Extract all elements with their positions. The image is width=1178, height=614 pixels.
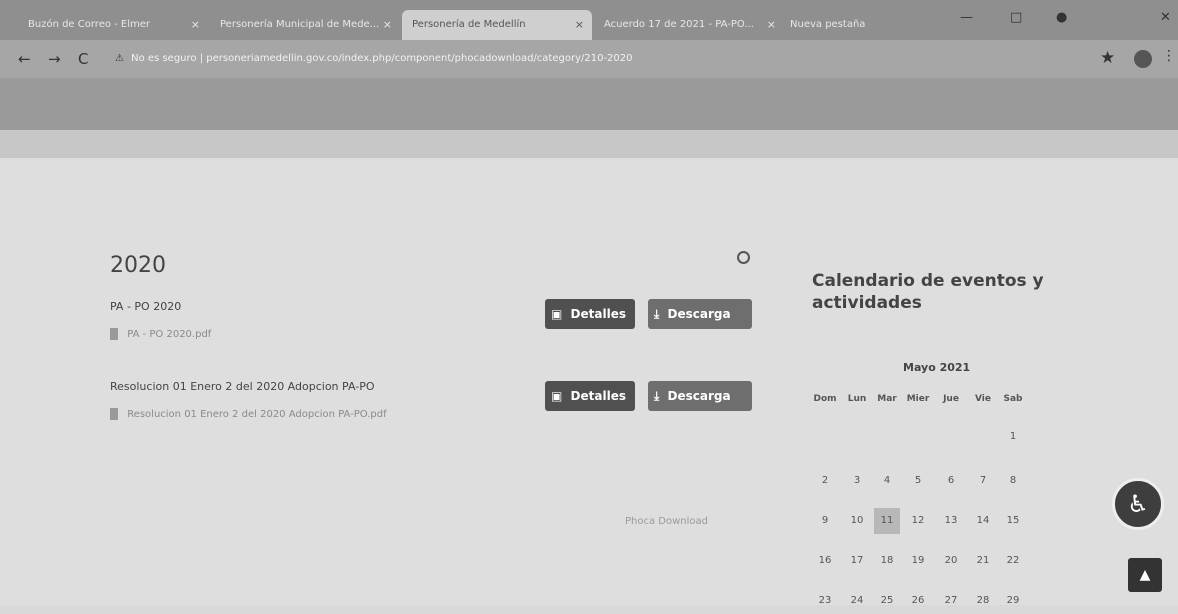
site-header bbox=[0, 78, 1178, 130]
calendar-weekday: Dom bbox=[813, 394, 837, 404]
scroll-top-button[interactable]: ▲ bbox=[1128, 558, 1162, 592]
page-title: 2020 bbox=[110, 253, 166, 278]
url-field[interactable]: ⚠ No es seguro | personeriamedellin.gov.… bbox=[115, 48, 1075, 70]
browser-tab-active[interactable]: Personería de Medellín × bbox=[402, 10, 592, 40]
details-label: Detalles bbox=[570, 307, 626, 321]
calendar-day[interactable]: 9 bbox=[812, 508, 838, 534]
document-file-name: Resolucion 01 Enero 2 del 2020 Adopcion … bbox=[127, 409, 387, 420]
minimize-icon[interactable]: — bbox=[960, 10, 973, 25]
calendar-day[interactable]: 26 bbox=[905, 588, 931, 614]
calendar-day[interactable]: 22 bbox=[1000, 548, 1026, 574]
calendar-day[interactable]: 24 bbox=[844, 588, 870, 614]
calendar-day[interactable]: 5 bbox=[905, 468, 931, 494]
calendar-day[interactable]: 4 bbox=[874, 468, 900, 494]
close-icon[interactable]: × bbox=[191, 10, 200, 40]
calendar-day[interactable]: 8 bbox=[1000, 468, 1026, 494]
download-icon: ⤓ bbox=[654, 389, 660, 403]
forward-icon[interactable]: → bbox=[48, 50, 61, 68]
close-icon[interactable]: × bbox=[575, 10, 584, 40]
browser-tab[interactable]: Acuerdo 17 de 2021 - PA-PO... × bbox=[594, 10, 784, 40]
calendar-day[interactable]: 20 bbox=[938, 548, 964, 574]
close-icon[interactable]: × bbox=[383, 10, 392, 40]
calendar-day[interactable]: 16 bbox=[812, 548, 838, 574]
circle-icon bbox=[737, 251, 750, 264]
browser-tab[interactable]: Buzón de Correo - Elmer × bbox=[18, 10, 208, 40]
document-file-link[interactable]: Resolucion 01 Enero 2 del 2020 Adopcion … bbox=[110, 408, 387, 420]
calendar-day[interactable]: 28 bbox=[970, 588, 996, 614]
warning-icon[interactable]: ⚠ bbox=[115, 53, 124, 64]
calendar-weekday: Lun bbox=[847, 394, 867, 404]
phoca-download-credit[interactable]: Phoca Download bbox=[625, 516, 708, 527]
details-button[interactable]: ▣ Detalles bbox=[545, 299, 635, 329]
file-icon bbox=[110, 328, 118, 340]
address-bar: ← → C ⚠ No es seguro | personeriamedelli… bbox=[0, 40, 1178, 78]
record-icon[interactable]: ● bbox=[1056, 10, 1067, 25]
document-title: Resolucion 01 Enero 2 del 2020 Adopcion … bbox=[110, 380, 375, 393]
bookmark-star-icon[interactable]: ★ bbox=[1100, 48, 1115, 68]
details-button[interactable]: ▣ Detalles bbox=[545, 381, 635, 411]
calendar-day[interactable]: 6 bbox=[938, 468, 964, 494]
calendar-day-today[interactable]: 11 bbox=[874, 508, 900, 534]
browser-tab[interactable]: Personería Municipal de Mede... × bbox=[210, 10, 400, 40]
maximize-icon[interactable]: □ bbox=[1010, 10, 1022, 25]
avatar[interactable] bbox=[1134, 50, 1152, 68]
download-label: Descarga bbox=[667, 307, 731, 321]
download-button[interactable]: ⤓ Descarga bbox=[648, 381, 752, 411]
calendar-day[interactable]: 15 bbox=[1000, 508, 1026, 534]
calendar-day[interactable]: 13 bbox=[938, 508, 964, 534]
site-subbar bbox=[0, 130, 1178, 158]
download-icon: ⤓ bbox=[654, 307, 660, 321]
calendar-day[interactable]: 27 bbox=[938, 588, 964, 614]
download-button[interactable]: ⤓ Descarga bbox=[648, 299, 752, 329]
download-label: Descarga bbox=[667, 389, 731, 403]
calendar-day[interactable]: 23 bbox=[812, 588, 838, 614]
calendar-day[interactable]: 1 bbox=[1000, 424, 1026, 450]
calendar-title: Calendario de eventos y actividades bbox=[812, 271, 1044, 313]
tab-label: Personería Municipal de Mede... bbox=[220, 19, 380, 30]
calendar-day[interactable]: 17 bbox=[844, 548, 870, 574]
security-label: No es seguro bbox=[131, 53, 197, 64]
document-file-name: PA - PO 2020.pdf bbox=[127, 329, 212, 340]
back-icon[interactable]: ← bbox=[18, 50, 31, 68]
calendar-day[interactable]: 14 bbox=[970, 508, 996, 534]
close-icon[interactable]: × bbox=[767, 10, 776, 40]
calendar-day[interactable]: 29 bbox=[1000, 588, 1026, 614]
new-tab-label: Nueva pestaña bbox=[790, 19, 866, 30]
document-icon: ▣ bbox=[551, 307, 563, 321]
tab-label: Buzón de Correo - Elmer bbox=[28, 19, 151, 30]
file-icon bbox=[110, 408, 118, 420]
document-title: PA - PO 2020 bbox=[110, 300, 182, 313]
tab-label: Acuerdo 17 de 2021 - PA-PO... bbox=[604, 19, 754, 30]
calendar-weekday: Mar bbox=[877, 394, 897, 404]
accessibility-button[interactable]: ♿ bbox=[1112, 478, 1164, 530]
calendar-day[interactable]: 3 bbox=[844, 468, 870, 494]
tab-label: Personería de Medellín bbox=[412, 19, 526, 30]
document-file-link[interactable]: PA - PO 2020.pdf bbox=[110, 328, 211, 340]
chevron-up-icon: ▲ bbox=[1139, 567, 1151, 583]
calendar-weekday: Jue bbox=[943, 394, 959, 404]
calendar-day[interactable]: 12 bbox=[905, 508, 931, 534]
document-icon: ▣ bbox=[551, 389, 563, 403]
calendar-day[interactable]: 19 bbox=[905, 548, 931, 574]
reload-icon[interactable]: C bbox=[78, 50, 88, 68]
calendar-weekday: Sab bbox=[1003, 394, 1023, 404]
close-window-icon[interactable]: ✕ bbox=[1160, 10, 1171, 25]
calendar-day[interactable]: 18 bbox=[874, 548, 900, 574]
calendar-day[interactable]: 7 bbox=[970, 468, 996, 494]
calendar-day[interactable]: 25 bbox=[874, 588, 900, 614]
calendar-month: Mayo 2021 bbox=[903, 361, 971, 374]
calendar-day[interactable]: 10 bbox=[844, 508, 870, 534]
details-label: Detalles bbox=[570, 389, 626, 403]
calendar-day[interactable]: 21 bbox=[970, 548, 996, 574]
wheelchair-icon: ♿ bbox=[1127, 490, 1149, 518]
new-tab-button[interactable]: Nueva pestaña bbox=[790, 10, 865, 40]
menu-icon[interactable]: ⋮ bbox=[1162, 48, 1176, 64]
calendar-weekday: Vie bbox=[975, 394, 991, 404]
browser-tab-bar: Buzón de Correo - Elmer × Personería Mun… bbox=[0, 0, 1178, 40]
calendar-day[interactable]: 2 bbox=[812, 468, 838, 494]
url-text: personeriamedellin.gov.co/index.php/comp… bbox=[206, 53, 633, 64]
main-content: 2020 PA - PO 2020 PA - PO 2020.pdf ▣ Det… bbox=[0, 158, 1178, 606]
calendar-weekday: Mier bbox=[906, 394, 930, 404]
